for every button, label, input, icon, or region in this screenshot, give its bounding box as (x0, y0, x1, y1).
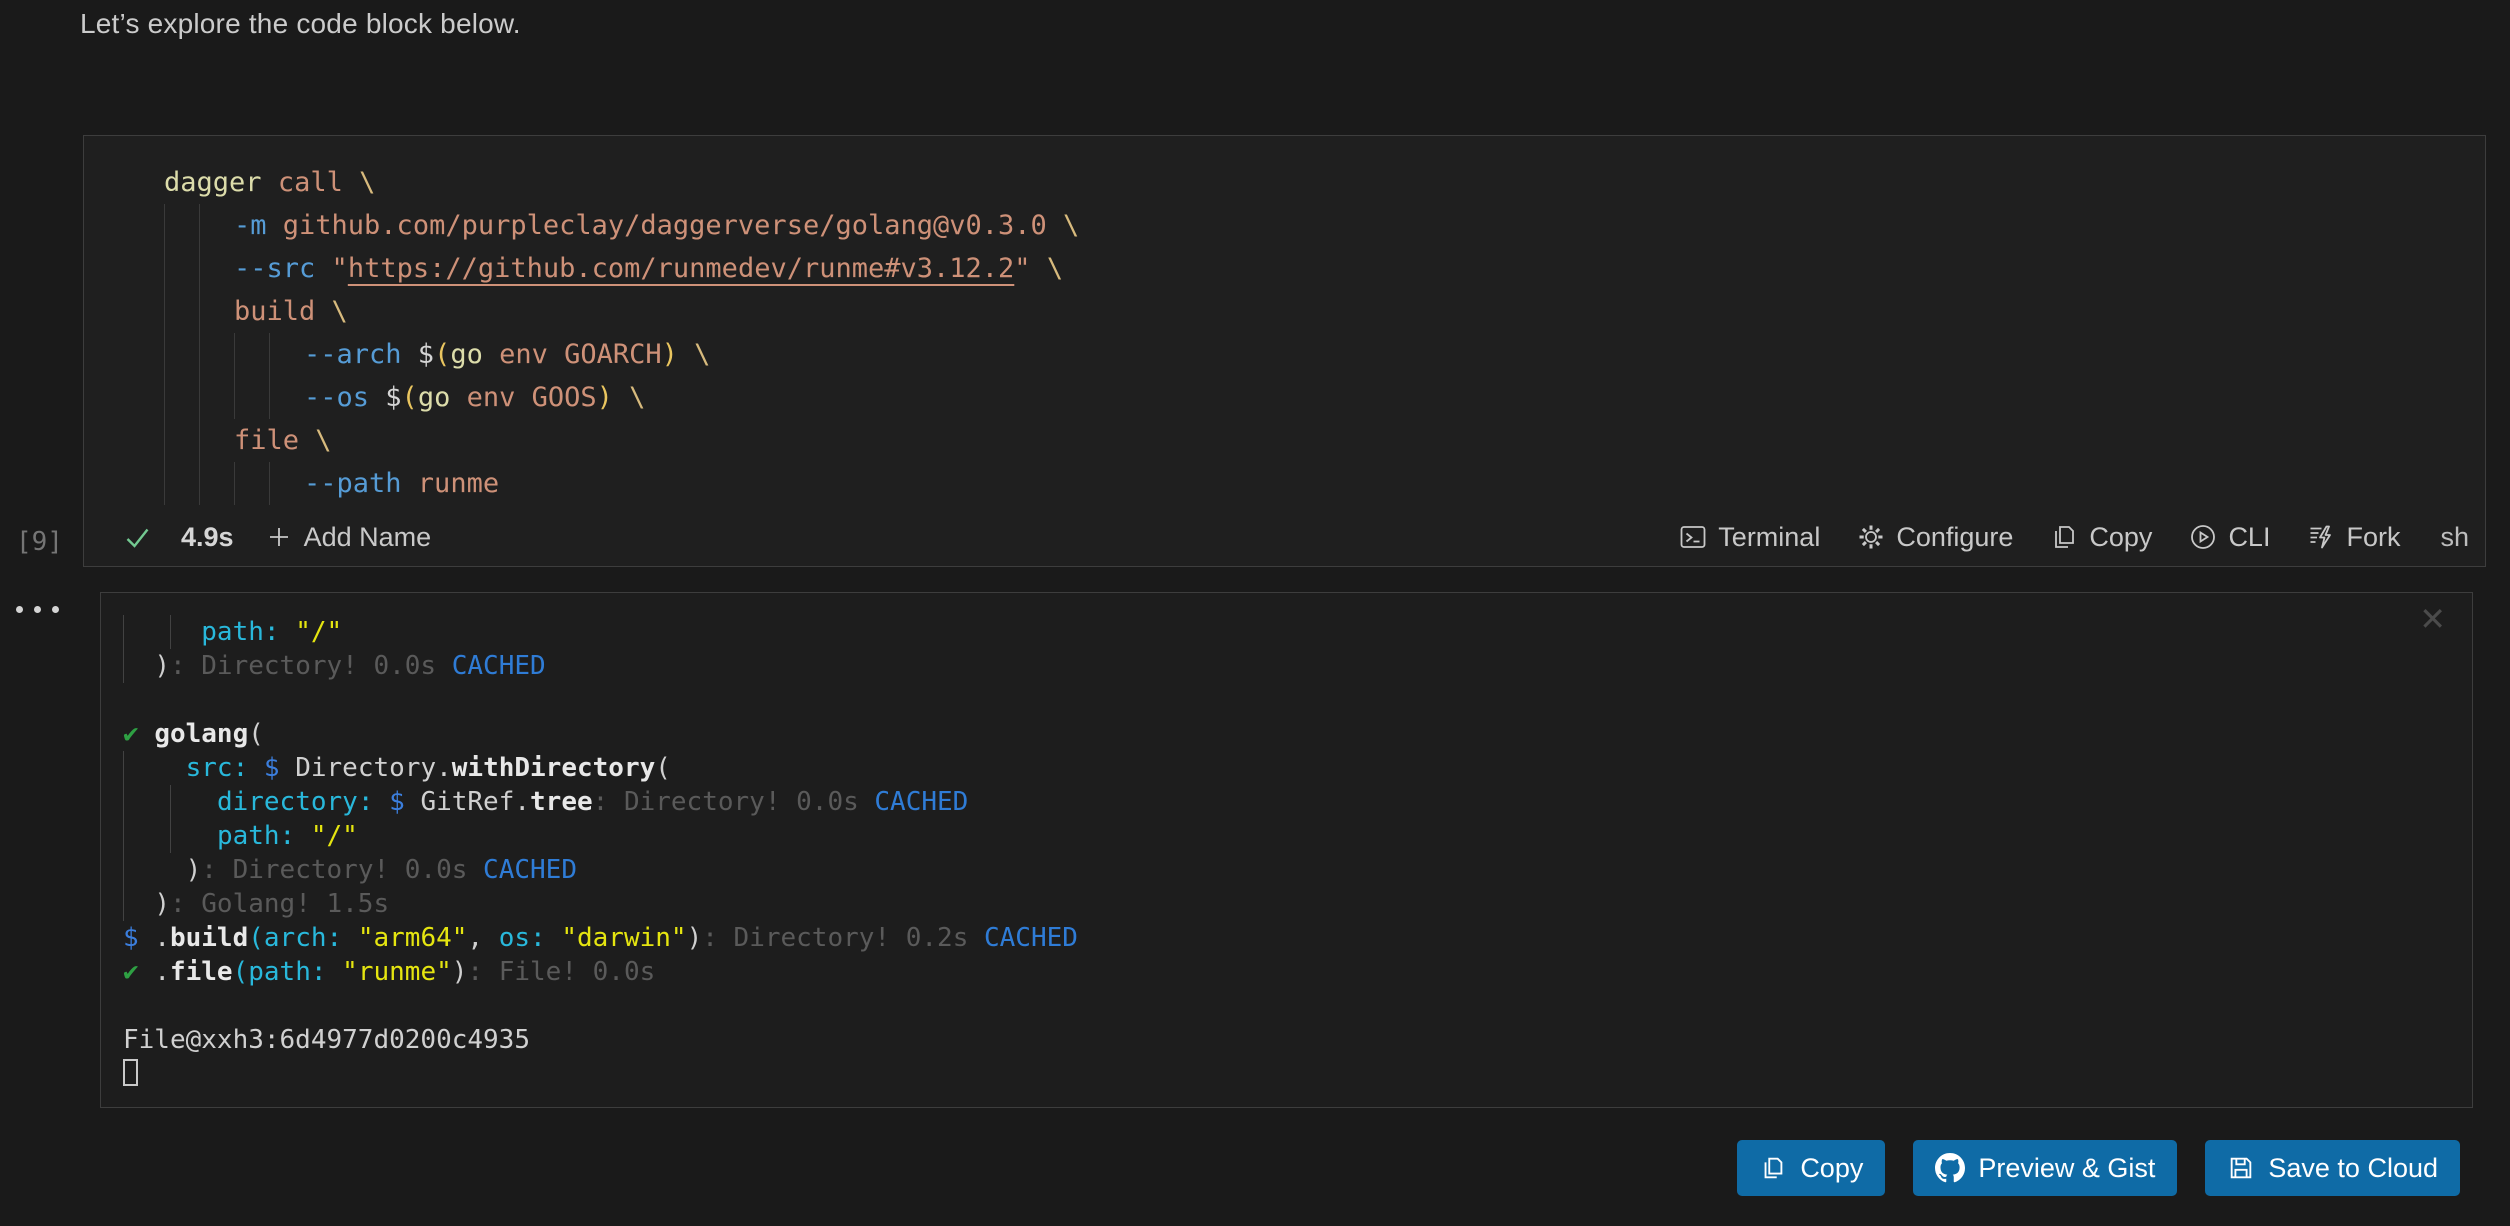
preview-gist-button[interactable]: Preview & Gist (1913, 1140, 2177, 1196)
cell-toolbar: Terminal Configure Copy (1678, 522, 2469, 553)
execution-duration: 4.9s (181, 522, 234, 553)
success-check-icon (124, 524, 151, 551)
terminal-icon (1678, 522, 1708, 552)
ellipsis-icon (34, 606, 41, 613)
output-panel: path: "/" ): Directory! 0.0s CACHED✔ gol… (100, 592, 2473, 1108)
language-selector[interactable]: sh (2440, 522, 2469, 553)
terminal-output: path: "/" ): Directory! 0.0s CACHED✔ gol… (101, 615, 2472, 1091)
add-name-button[interactable]: Add Name (264, 522, 432, 553)
copy-icon (2049, 522, 2079, 552)
cli-button[interactable]: CLI (2188, 522, 2270, 553)
notebook-page: Let’s explore the code block below. [9] … (0, 0, 2510, 1226)
copy-output-label: Copy (1800, 1153, 1863, 1184)
gear-icon (1856, 522, 1886, 552)
ellipsis-icon (16, 606, 23, 613)
cell-status-bar: 4.9s Add Name Terminal (84, 508, 2485, 566)
fork-button[interactable]: Fork (2306, 522, 2400, 553)
close-icon[interactable]: ✕ (2419, 603, 2446, 635)
copy-icon (1759, 1154, 1787, 1182)
play-circle-icon (2188, 522, 2218, 552)
save-icon (2227, 1154, 2255, 1182)
save-to-cloud-button[interactable]: Save to Cloud (2205, 1140, 2460, 1196)
copy-output-button[interactable]: Copy (1737, 1140, 1885, 1196)
more-actions-button[interactable] (16, 606, 59, 613)
code-cell: dagger call \-m github.com/purpleclay/da… (83, 135, 2486, 567)
ellipsis-icon (52, 606, 59, 613)
code-editor[interactable]: dagger call \-m github.com/purpleclay/da… (84, 161, 2485, 505)
copy-label: Copy (2089, 522, 2152, 553)
copy-cell-button[interactable]: Copy (2049, 522, 2152, 553)
fork-label: Fork (2346, 522, 2400, 553)
terminal-label: Terminal (1718, 522, 1820, 553)
output-actions: Copy Preview & Gist Save to Cloud (1737, 1140, 2460, 1196)
github-icon (1935, 1153, 1965, 1183)
preview-gist-label: Preview & Gist (1978, 1153, 2155, 1184)
terminal-button[interactable]: Terminal (1678, 522, 1820, 553)
save-to-cloud-label: Save to Cloud (2268, 1153, 2438, 1184)
configure-button[interactable]: Configure (1856, 522, 2013, 553)
plus-icon (264, 522, 294, 552)
configure-label: Configure (1896, 522, 2013, 553)
intro-text: Let’s explore the code block below. (80, 8, 521, 40)
fork-icon (2306, 522, 2336, 552)
execution-count: [9] (16, 527, 72, 557)
add-name-label: Add Name (304, 522, 432, 553)
cli-label: CLI (2228, 522, 2270, 553)
